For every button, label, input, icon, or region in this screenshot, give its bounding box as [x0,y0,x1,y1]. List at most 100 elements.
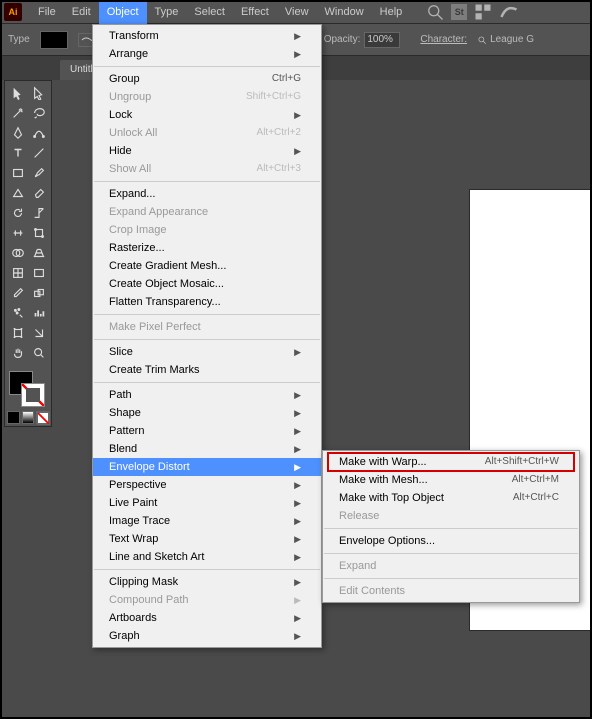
object-menu-path[interactable]: Path▶ [93,386,321,404]
menu-view[interactable]: View [277,0,317,24]
object-menu-ungroup: UngroupShift+Ctrl+G [93,88,321,106]
object-menu-crop-image: Crop Image [93,221,321,239]
object-menu-create-object-mosaic[interactable]: Create Object Mosaic... [93,275,321,293]
object-menu-rasterize[interactable]: Rasterize... [93,239,321,257]
envelope-menu-envelope-options[interactable]: Envelope Options... [323,532,579,550]
selection-tool[interactable] [7,83,28,103]
scale-tool[interactable] [28,203,49,223]
object-menu-line-and-sketch-art[interactable]: Line and Sketch Art▶ [93,548,321,566]
line-segment-tool[interactable] [28,143,49,163]
menu-type[interactable]: Type [147,0,187,24]
object-menu-image-trace[interactable]: Image Trace▶ [93,512,321,530]
submenu-arrow-icon: ▶ [294,45,301,63]
object-menu-expand-appearance: Expand Appearance [93,203,321,221]
object-menu-flatten-transparency[interactable]: Flatten Transparency... [93,293,321,311]
submenu-arrow-icon: ▶ [294,627,301,645]
object-menu-transform[interactable]: Transform▶ [93,27,321,45]
app-logo-icon: Ai [4,3,22,21]
submenu-arrow-icon: ▶ [294,609,301,627]
envelope-menu-make-with-warp[interactable]: Make with Warp...Alt+Shift+Ctrl+W [323,453,579,471]
object-menu-artboards[interactable]: Artboards▶ [93,609,321,627]
width-tool[interactable] [7,223,28,243]
submenu-arrow-icon: ▶ [294,386,301,404]
object-menu-text-wrap[interactable]: Text Wrap▶ [93,530,321,548]
object-menu-expand[interactable]: Expand... [93,185,321,203]
curvature-tool[interactable] [28,123,49,143]
column-graph-tool[interactable] [28,303,49,323]
fill-swatch[interactable] [40,31,68,49]
rectangle-tool[interactable] [7,163,28,183]
free-transform-tool[interactable] [28,223,49,243]
shape-builder-tool[interactable] [7,243,28,263]
object-menu-compound-path: Compound Path▶ [93,591,321,609]
arrange-documents-icon[interactable] [473,2,493,22]
gpu-preview-icon[interactable] [499,2,519,22]
pen-tool[interactable] [7,123,28,143]
envelope-menu-make-with-mesh[interactable]: Make with Mesh...Alt+Ctrl+M [323,471,579,489]
lasso-tool[interactable] [28,103,49,123]
object-menu-unlock-all: Unlock AllAlt+Ctrl+2 [93,124,321,142]
object-menu-live-paint[interactable]: Live Paint▶ [93,494,321,512]
envelope-menu-make-with-top-object[interactable]: Make with Top ObjectAlt+Ctrl+C [323,489,579,507]
submenu-arrow-icon: ▶ [294,106,301,124]
object-menu-lock[interactable]: Lock▶ [93,106,321,124]
submenu-arrow-icon: ▶ [294,343,301,361]
opacity-field[interactable]: Opacity: [324,32,401,48]
symbol-sprayer-tool[interactable] [7,303,28,323]
envelope-menu-release: Release [323,507,579,525]
color-mode-icons[interactable] [7,411,49,424]
rotate-tool[interactable] [7,203,28,223]
eraser-tool[interactable] [28,183,49,203]
object-menu-envelope-distort[interactable]: Envelope Distort▶ [93,458,321,476]
submenu-arrow-icon: ▶ [294,458,301,476]
menu-select[interactable]: Select [186,0,233,24]
submenu-arrow-icon: ▶ [294,512,301,530]
submenu-arrow-icon: ▶ [294,494,301,512]
paintbrush-tool[interactable] [28,163,49,183]
object-menu-create-trim-marks[interactable]: Create Trim Marks [93,361,321,379]
stroke-color-icon[interactable] [21,383,45,407]
menubar: Ai FileEditObjectTypeSelectEffectViewWin… [0,0,592,24]
menu-file[interactable]: File [30,0,64,24]
direct-selection-tool[interactable] [28,83,49,103]
eyedropper-tool[interactable] [7,283,28,303]
character-label: Character: [420,34,467,45]
submenu-arrow-icon: ▶ [294,422,301,440]
font-search[interactable]: League G [477,34,534,45]
perspective-grid-tool[interactable] [28,243,49,263]
submenu-arrow-icon: ▶ [294,27,301,45]
menu-edit[interactable]: Edit [64,0,99,24]
artboard-tool[interactable] [7,323,28,343]
submenu-arrow-icon: ▶ [294,142,301,160]
object-menu-blend[interactable]: Blend▶ [93,440,321,458]
object-menu-clipping-mask[interactable]: Clipping Mask▶ [93,573,321,591]
fill-stroke-control[interactable] [7,369,51,409]
menu-effect[interactable]: Effect [233,0,277,24]
gradient-tool[interactable] [28,263,49,283]
zoom-tool[interactable] [28,343,49,363]
object-menu-create-gradient-mesh[interactable]: Create Gradient Mesh... [93,257,321,275]
hand-tool[interactable] [7,343,28,363]
menu-object[interactable]: Object [99,0,147,24]
object-menu-graph[interactable]: Graph▶ [93,627,321,645]
object-menu-hide[interactable]: Hide▶ [93,142,321,160]
search-icon[interactable] [425,2,445,22]
menu-window[interactable]: Window [317,0,372,24]
slice-tool[interactable] [28,323,49,343]
blend-tool[interactable] [28,283,49,303]
object-menu-arrange[interactable]: Arrange▶ [93,45,321,63]
menu-help[interactable]: Help [372,0,411,24]
object-menu-slice[interactable]: Slice▶ [93,343,321,361]
object-menu-shape[interactable]: Shape▶ [93,404,321,422]
object-menu-pattern[interactable]: Pattern▶ [93,422,321,440]
type-tool[interactable] [7,143,28,163]
submenu-arrow-icon: ▶ [294,591,301,609]
mesh-tool[interactable] [7,263,28,283]
object-menu-group[interactable]: GroupCtrl+G [93,70,321,88]
object-menu-perspective[interactable]: Perspective▶ [93,476,321,494]
toolbox [4,80,52,427]
stock-icon[interactable]: St [451,4,467,20]
shaper-tool[interactable] [7,183,28,203]
magic-wand-tool[interactable] [7,103,28,123]
opacity-input[interactable] [364,32,400,48]
